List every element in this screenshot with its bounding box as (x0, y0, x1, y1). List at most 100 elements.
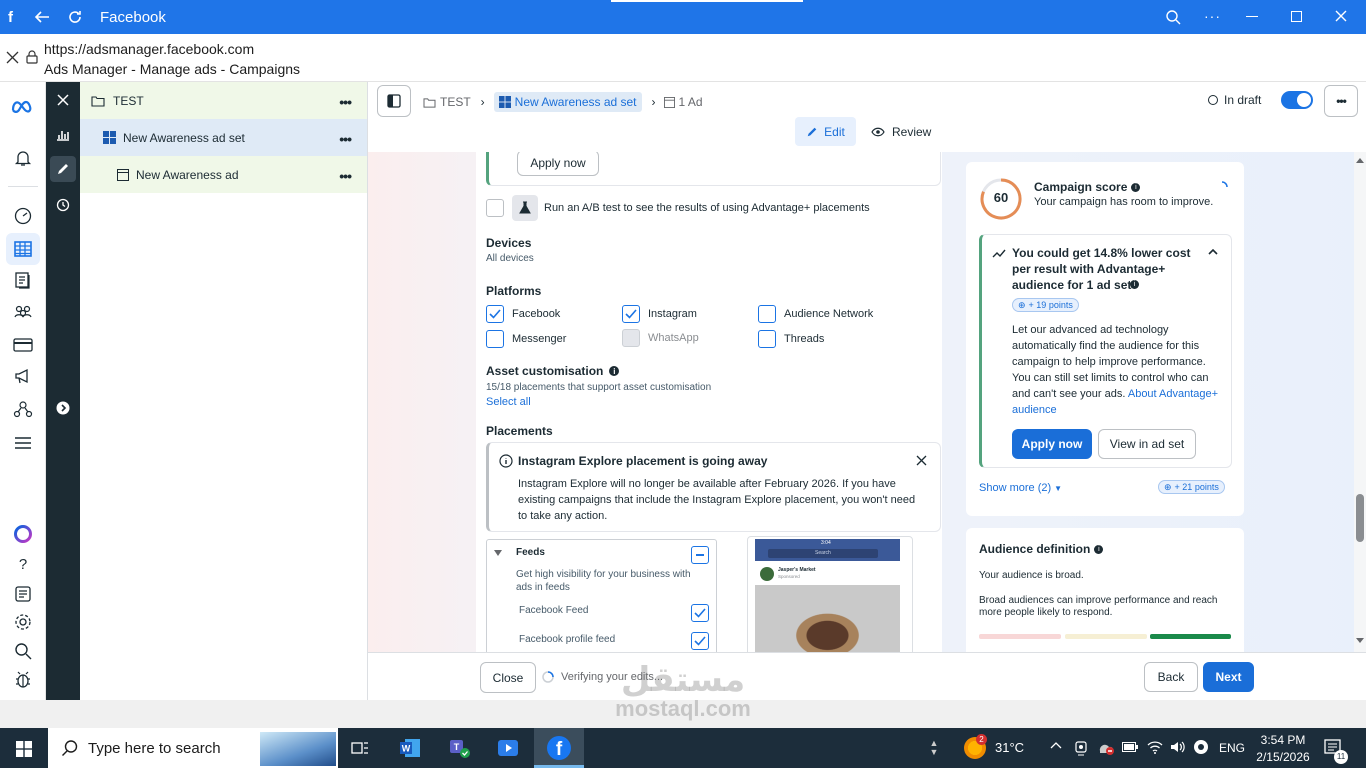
content-scrollbar[interactable] (1354, 152, 1366, 652)
bug-report-icon[interactable] (11, 668, 35, 692)
feedback-icon[interactable] (11, 582, 35, 606)
clock-date[interactable]: 2/15/2026 (1253, 750, 1313, 764)
toggle-sidebar-button[interactable] (377, 85, 411, 117)
menu-dots-icon[interactable]: ··· (1204, 8, 1221, 24)
history-clock-icon[interactable] (50, 192, 76, 218)
windows-start-icon[interactable] (16, 741, 32, 757)
gauge-icon[interactable] (11, 204, 35, 228)
show-more-link[interactable]: Show more (2) ▼ (979, 482, 1062, 494)
battery-icon[interactable] (1122, 742, 1138, 752)
show-hidden-icons-icon[interactable] (1050, 741, 1062, 749)
maximize-icon[interactable] (1291, 11, 1302, 22)
info-icon[interactable]: i (609, 366, 620, 376)
taskbar-scroll-icon[interactable]: ▲ ▼ (920, 734, 948, 762)
word-app-icon[interactable]: W (396, 734, 424, 762)
teams-app-icon[interactable]: T (445, 734, 473, 762)
volume-icon[interactable] (1170, 740, 1186, 754)
campaign-more-icon[interactable]: ••• (339, 94, 352, 110)
audiences-icon[interactable] (11, 300, 35, 324)
security-icon[interactable] (1097, 740, 1115, 756)
megaphone-icon[interactable] (11, 364, 35, 388)
breadcrumb-adset[interactable]: New Awareness ad set (493, 92, 642, 112)
chrome-icon[interactable] (1193, 739, 1209, 755)
weather-temp[interactable]: 31°C (995, 740, 1024, 755)
next-button[interactable]: Next (1203, 662, 1254, 692)
tree-campaign-row[interactable]: TEST ••• (80, 82, 367, 119)
facebook-feed-checkbox[interactable] (691, 604, 709, 622)
apply-now-button-top[interactable]: Apply now (517, 152, 599, 176)
close-editor-icon[interactable] (50, 87, 76, 113)
on-off-toggle[interactable] (1281, 91, 1313, 109)
platform-threads[interactable]: Threads (758, 330, 824, 348)
search-icon[interactable] (11, 639, 35, 663)
settings-gear-icon[interactable] (11, 610, 35, 634)
select-all-link[interactable]: Select all (486, 396, 531, 408)
folder-icon (91, 95, 105, 107)
zoom-icon[interactable] (1165, 9, 1181, 25)
expand-chevron-icon[interactable] (50, 395, 76, 421)
tab-review[interactable]: Review (871, 125, 931, 139)
close-window-icon[interactable] (1333, 8, 1349, 24)
all-tools-menu-icon[interactable] (11, 431, 35, 455)
pages-icon[interactable] (11, 268, 35, 292)
ad-preview-phone: 3:04 Search Jasper's Market Sponsored (747, 536, 913, 652)
feeds-indeterminate-checkbox[interactable] (691, 546, 709, 564)
back-button[interactable]: Back (1144, 662, 1198, 692)
tab-edit[interactable]: Edit (795, 117, 856, 146)
refresh-icon[interactable] (66, 8, 84, 26)
billing-card-icon[interactable] (11, 333, 35, 357)
close-tab-icon[interactable] (6, 51, 19, 64)
profile-feed-checkbox[interactable] (691, 632, 709, 650)
bell-icon[interactable] (11, 146, 35, 170)
audience-network-checkbox[interactable] (758, 305, 776, 323)
performance-chart-icon[interactable] (50, 122, 76, 148)
language-indicator[interactable]: ENG (1219, 741, 1245, 755)
close-button[interactable]: Close (480, 662, 536, 693)
url-text[interactable]: https://adsmanager.facebook.com (44, 41, 254, 57)
scroll-thumb[interactable] (1356, 494, 1364, 542)
tree-adset-row[interactable]: New Awareness ad set ••• (80, 119, 367, 156)
campaigns-table-icon[interactable] (6, 233, 40, 265)
info-icon[interactable]: i (1094, 544, 1104, 554)
task-view-icon[interactable] (346, 734, 374, 762)
facebook-taskbar-active[interactable]: f (534, 728, 584, 768)
edit-pencil-icon[interactable] (50, 156, 76, 182)
meta-logo-icon[interactable] (11, 94, 35, 118)
adset-more-icon[interactable]: ••• (339, 131, 352, 147)
score-subtitle: Your campaign has room to improve. (1034, 196, 1214, 208)
scroll-up-arrow-icon[interactable] (1356, 158, 1364, 163)
business-network-icon[interactable] (11, 397, 35, 421)
collapse-triangle-icon[interactable] (494, 550, 502, 556)
help-icon[interactable]: ? (11, 552, 35, 576)
taskbar-search[interactable]: Type here to search (48, 728, 338, 768)
scroll-down-arrow-icon[interactable] (1356, 638, 1364, 643)
info-icon[interactable]: i (1131, 182, 1141, 192)
platform-facebook[interactable]: Facebook (486, 305, 560, 323)
breadcrumb-campaign[interactable]: TEST (440, 95, 471, 109)
ad-more-icon[interactable]: ••• (339, 168, 352, 184)
back-icon[interactable] (33, 8, 51, 26)
whatsapp-checkbox (622, 329, 640, 347)
view-in-adset-button[interactable]: View in ad set (1098, 429, 1196, 459)
facebook-checkbox[interactable] (486, 305, 504, 323)
platform-messenger[interactable]: Messenger (486, 330, 566, 348)
rec-info-icon[interactable]: i (1130, 280, 1139, 289)
media-player-icon[interactable] (494, 734, 522, 762)
chevron-up-icon[interactable] (1208, 249, 1218, 255)
more-options-button[interactable]: ••• (1324, 85, 1358, 117)
minimize-icon[interactable] (1246, 16, 1258, 17)
tree-ad-row[interactable]: New Awareness ad ••• (80, 156, 367, 193)
clock-time[interactable]: 3:54 PM (1253, 733, 1313, 747)
instagram-checkbox[interactable] (622, 305, 640, 323)
breadcrumb-ad[interactable]: 1 Ad (679, 95, 703, 109)
platform-instagram[interactable]: Instagram (622, 305, 697, 323)
meet-now-icon[interactable] (1074, 740, 1088, 756)
apply-now-button[interactable]: Apply now (1012, 429, 1092, 459)
messenger-checkbox[interactable] (486, 330, 504, 348)
wifi-icon[interactable] (1147, 740, 1163, 754)
meta-ai-icon[interactable] (11, 522, 35, 546)
ab-test-checkbox[interactable] (486, 199, 504, 217)
threads-checkbox[interactable] (758, 330, 776, 348)
platform-audience-network[interactable]: Audience Network (758, 305, 873, 323)
dismiss-notice-icon[interactable] (916, 455, 927, 466)
